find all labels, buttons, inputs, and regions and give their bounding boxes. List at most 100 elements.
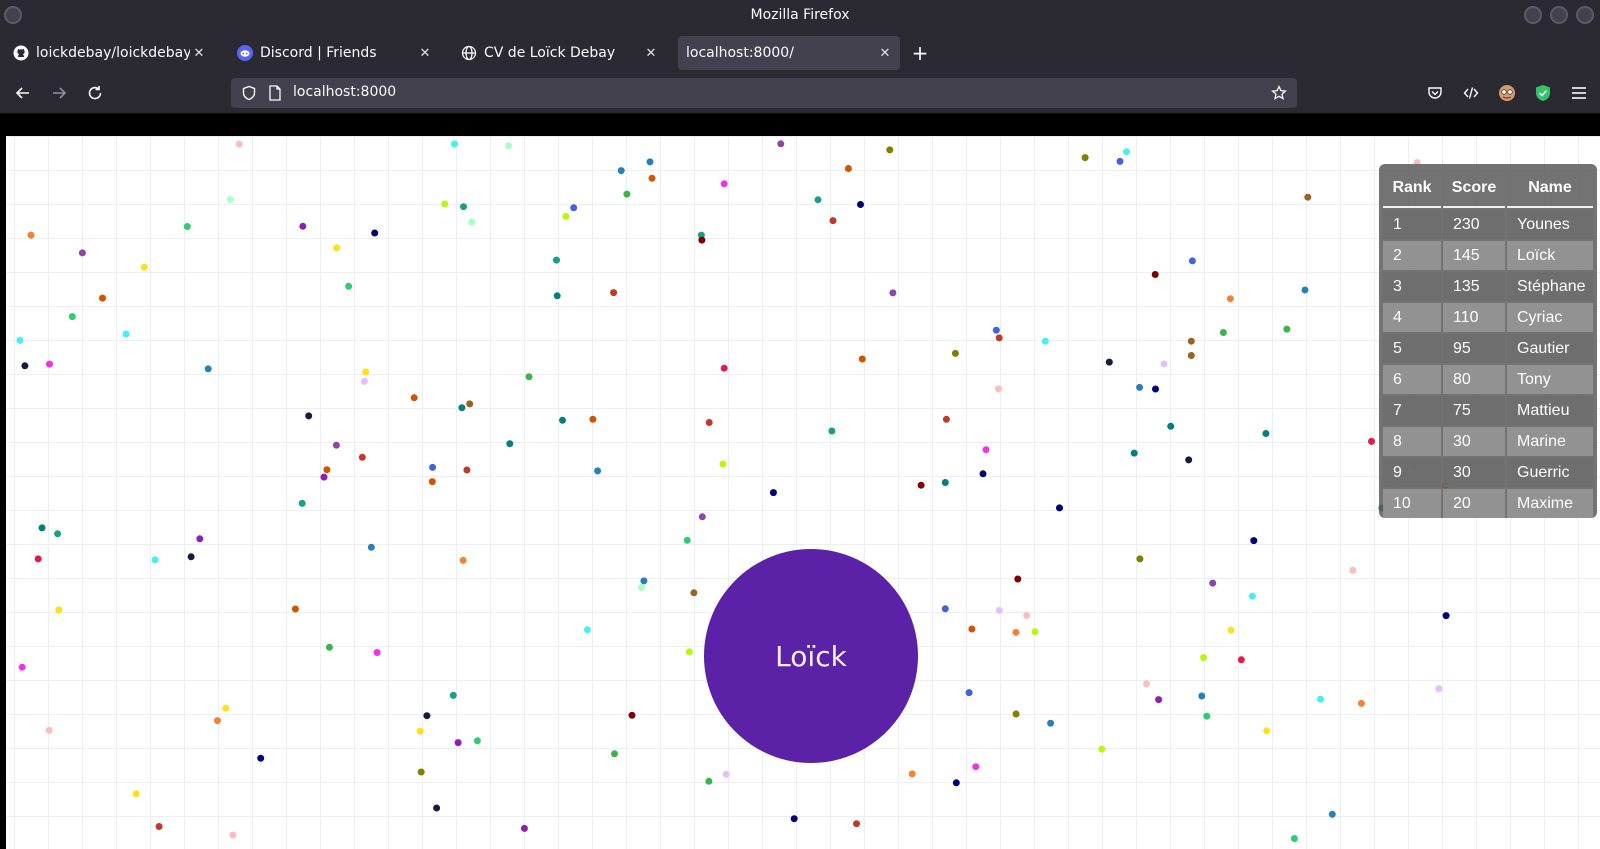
rank-cell: 4 (1383, 303, 1441, 332)
food-pellet (829, 217, 837, 225)
window-title: Mozilla Firefox (750, 7, 850, 23)
tab-github[interactable]: loickdebay/loickdebay.gith ✕ (4, 36, 214, 70)
adblock-shield-icon[interactable] (1530, 80, 1556, 106)
game-canvas[interactable]: Loïck (6, 136, 1600, 849)
tab-label: CV de Loïck Debay (484, 45, 616, 61)
food-pellet (320, 473, 328, 481)
tab-label: loickdebay/loickdebay.gith (36, 45, 190, 61)
food-pellet (417, 768, 425, 776)
food-pellet (21, 362, 29, 370)
player-cell: Loïck (704, 549, 918, 763)
leaderboard-row: 4 110 Cyriac (1383, 303, 1593, 332)
close-tab-icon[interactable]: ✕ (190, 46, 208, 61)
food-pellet (1031, 628, 1039, 636)
tab-localhost[interactable]: localhost:8000/ ✕ (678, 36, 900, 70)
food-pellet (333, 244, 341, 252)
back-button[interactable] (10, 80, 36, 106)
close-window-button[interactable] (1576, 6, 1594, 24)
food-pellet (1435, 685, 1443, 693)
food-pellet (886, 146, 894, 154)
leaderboard-row: 1 230 Younes (1383, 210, 1593, 239)
food-pellet (367, 543, 375, 551)
minimize-button[interactable] (1524, 6, 1542, 24)
food-pellet (698, 236, 706, 244)
menu-icon[interactable] (1566, 80, 1592, 106)
name-header: Name (1507, 170, 1593, 208)
food-pellet (951, 349, 959, 357)
new-tab-button[interactable]: + (908, 41, 932, 65)
food-pellet (844, 165, 852, 172)
food-pellet (463, 466, 471, 474)
close-tab-icon[interactable]: ✕ (642, 46, 660, 61)
maximize-button[interactable] (1550, 6, 1568, 24)
food-pellet (553, 256, 560, 264)
name-cell: Guerric (1507, 458, 1593, 487)
food-pellet (305, 412, 313, 420)
page-icon[interactable] (265, 83, 285, 103)
leaderboard-row: 9 30 Guerric (1383, 458, 1593, 487)
food-pellet (1250, 537, 1258, 545)
forward-button[interactable] (46, 80, 72, 106)
food-pellet (1226, 295, 1234, 303)
score-cell: 75 (1443, 396, 1505, 425)
rank-cell: 7 (1383, 396, 1441, 425)
leaderboard-row: 8 30 Marine (1383, 427, 1593, 456)
reload-button[interactable] (82, 80, 108, 106)
food-pellet (38, 524, 46, 532)
pocket-icon[interactable] (1422, 80, 1448, 106)
food-pellet (1023, 611, 1031, 619)
food-pellet (1328, 810, 1336, 818)
food-pellet (345, 282, 353, 290)
food-pellet (559, 416, 566, 424)
score-cell: 110 (1443, 303, 1505, 332)
food-pellet (828, 427, 836, 435)
food-pellet (719, 460, 727, 468)
food-pellet (853, 820, 860, 828)
food-pellet (1047, 719, 1055, 727)
food-pellet (722, 770, 730, 778)
food-pellet (705, 777, 713, 785)
name-cell: Younes (1507, 210, 1593, 239)
food-pellet (78, 249, 86, 257)
food-pellet (410, 394, 418, 402)
food-pellet (226, 196, 234, 203)
tab-cv[interactable]: CV de Loïck Debay ✕ (452, 36, 666, 70)
food-pellet (992, 326, 1000, 334)
url-text: localhost:8000 (293, 84, 397, 100)
food-pellet (454, 739, 462, 747)
extension-avatar-icon[interactable] (1494, 80, 1520, 106)
food-pellet (183, 223, 191, 230)
food-pellet (155, 823, 163, 830)
rank-cell: 5 (1383, 334, 1441, 363)
tab-discord[interactable]: Discord | Friends ✕ (228, 36, 440, 70)
url-bar[interactable]: localhost:8000 (231, 78, 1297, 108)
food-pellet (1098, 745, 1106, 753)
food-pellet (16, 336, 24, 344)
food-pellet (416, 727, 424, 735)
developer-tools-icon[interactable] (1458, 80, 1484, 106)
window-titlebar: Mozilla Firefox (0, 0, 1600, 32)
food-pellet (229, 831, 237, 839)
food-pellet (473, 737, 481, 745)
food-pellet (705, 419, 713, 426)
close-tab-icon[interactable]: ✕ (416, 46, 434, 61)
food-pellet (648, 174, 656, 182)
rank-header: Rank (1383, 170, 1441, 208)
leaderboard-row: 5 95 Gautier (1383, 334, 1593, 363)
food-pellet (1263, 727, 1271, 735)
food-pellet (1237, 656, 1245, 664)
bookmark-star-icon[interactable] (1269, 83, 1289, 103)
food-pellet (646, 158, 654, 166)
food-pellet (1317, 695, 1324, 703)
food-pellet (423, 712, 431, 720)
food-pellet (54, 530, 62, 538)
food-pellet (1105, 358, 1113, 366)
food-pellet (1248, 592, 1256, 600)
name-cell: Stéphane (1507, 272, 1593, 301)
close-tab-icon[interactable]: ✕ (876, 46, 894, 61)
food-pellet (611, 750, 618, 758)
food-pellet (1014, 575, 1022, 583)
food-pellet (1041, 337, 1049, 345)
shield-icon[interactable] (239, 83, 259, 103)
food-pellet (1187, 337, 1195, 345)
